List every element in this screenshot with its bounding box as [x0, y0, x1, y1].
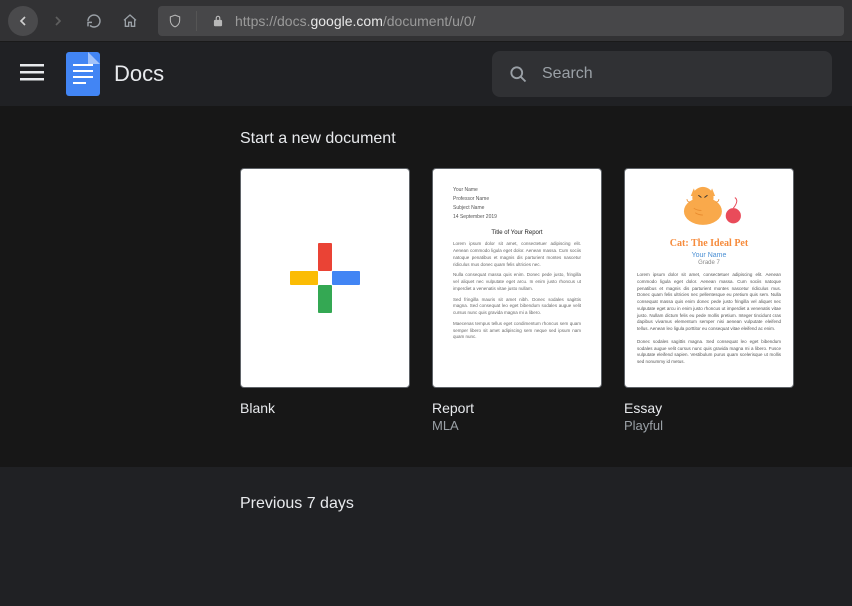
- recent-documents: Previous 7 days: [0, 467, 852, 513]
- shield-icon: [168, 14, 182, 28]
- plus-icon: [290, 243, 360, 313]
- menu-button[interactable]: [20, 60, 44, 89]
- template-name: Report: [432, 400, 602, 416]
- template-name: Essay: [624, 400, 794, 416]
- separator: [196, 11, 197, 31]
- forward-button[interactable]: [42, 5, 74, 37]
- template-blank-thumb[interactable]: [240, 168, 410, 388]
- essay-preview: Cat: The Ideal Pet Your Name Grade 7 Lor…: [625, 169, 793, 387]
- recent-title: Previous 7 days: [240, 495, 852, 513]
- template-blank[interactable]: Blank: [240, 168, 410, 433]
- home-button[interactable]: [114, 5, 146, 37]
- essay-title: Cat: The Ideal Pet: [637, 238, 781, 249]
- lock-icon: [211, 14, 225, 28]
- template-subtitle: Playful: [624, 418, 794, 433]
- report-preview: Your Name Professor Name Subject Name 14…: [433, 169, 601, 387]
- essay-name-line: Your Name: [637, 252, 781, 259]
- reload-button[interactable]: [78, 5, 110, 37]
- template-gallery: Start a new document Blank Your Name Pro…: [0, 106, 852, 467]
- docs-header: Docs: [0, 42, 852, 106]
- template-report[interactable]: Your Name Professor Name Subject Name 14…: [432, 168, 602, 433]
- cat-icon: [671, 179, 747, 229]
- search-box[interactable]: [492, 51, 832, 97]
- search-icon: [508, 64, 528, 84]
- template-essay[interactable]: Cat: The Ideal Pet Your Name Grade 7 Lor…: [624, 168, 794, 433]
- url-text: https://docs.google.com/document/u/0/: [235, 13, 476, 29]
- app-title: Docs: [114, 61, 164, 87]
- docs-logo-icon[interactable]: [66, 52, 100, 96]
- browser-toolbar: https://docs.google.com/document/u/0/: [0, 0, 852, 42]
- search-input[interactable]: [542, 65, 816, 83]
- template-list: Blank Your Name Professor Name Subject N…: [240, 168, 852, 433]
- template-report-thumb[interactable]: Your Name Professor Name Subject Name 14…: [432, 168, 602, 388]
- template-essay-thumb[interactable]: Cat: The Ideal Pet Your Name Grade 7 Lor…: [624, 168, 794, 388]
- template-name: Blank: [240, 400, 410, 416]
- essay-grade-line: Grade 7: [637, 260, 781, 266]
- url-bar[interactable]: https://docs.google.com/document/u/0/: [158, 6, 844, 36]
- gallery-title: Start a new document: [240, 130, 852, 148]
- back-button[interactable]: [8, 6, 38, 36]
- template-subtitle: MLA: [432, 418, 602, 433]
